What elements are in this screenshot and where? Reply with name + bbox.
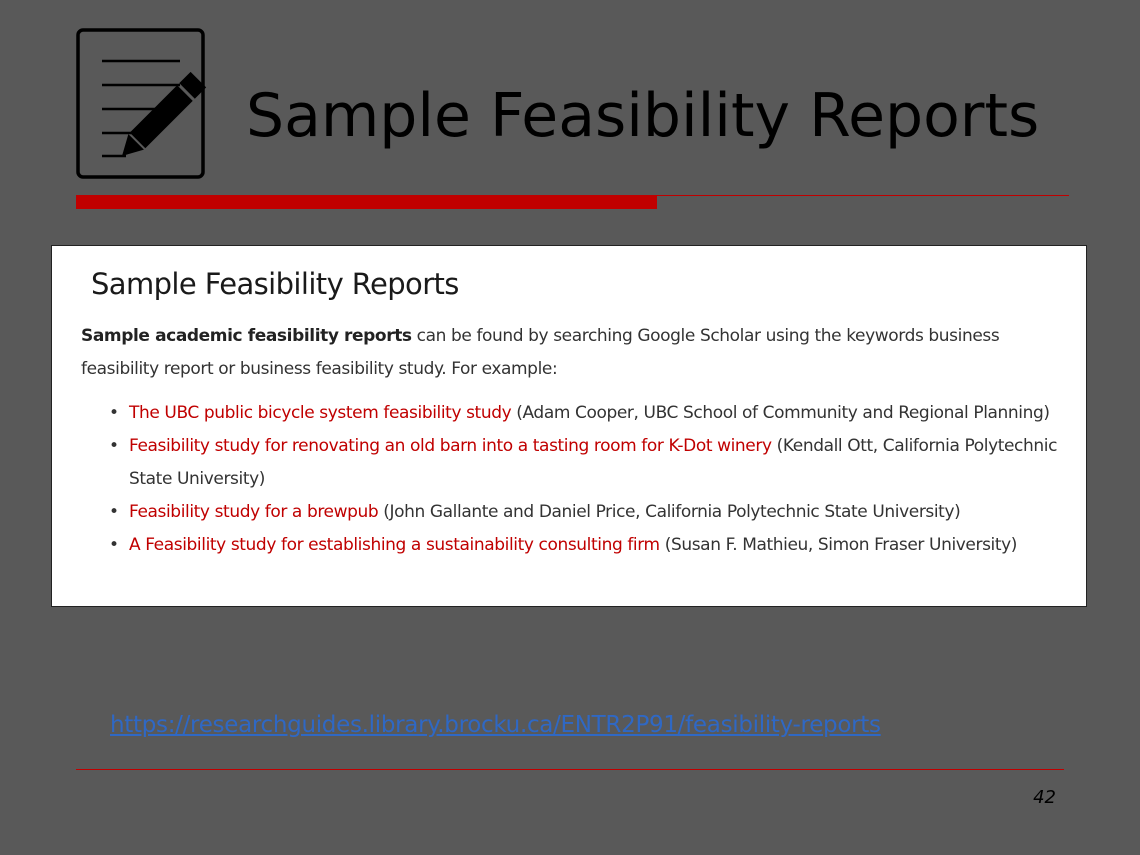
report-list: • The UBC public bicycle system feasibil… [81,397,1076,562]
list-item: • The UBC public bicycle system feasibil… [81,397,1069,430]
bullet: • [109,436,119,456]
content-heading: Sample Feasibility Reports [91,267,459,301]
intro-bold-text: Sample academic feasibility reports [81,326,412,346]
edit-document-icon [76,28,216,180]
footer-divider [76,769,1064,770]
list-item: • A Feasibility study for establishing a… [81,529,1076,562]
intro-paragraph: Sample academic feasibility reports can … [81,320,1041,386]
source-url-link[interactable]: https://researchguides.library.brocku.ca… [110,708,881,742]
report-details: (Adam Cooper, UBC School of Community an… [511,403,1050,423]
bullet: • [109,403,119,423]
report-details: (Susan F. Mathieu, Simon Fraser Universi… [659,535,1018,555]
list-item: • Feasibility study for renovating an ol… [81,430,1069,496]
report-link[interactable]: A Feasibility study for establishing a s… [129,535,660,555]
bullet: • [109,535,119,555]
bullet: • [109,502,119,522]
list-item: • Feasibility study for a brewpub (John … [81,496,1076,529]
slide-title: Sample Feasibility Reports [246,81,1040,151]
report-link[interactable]: Feasibility study for renovating an old … [129,436,772,456]
embedded-webpage-screenshot: Sample Feasibility Reports Sample academ… [51,245,1087,607]
report-link[interactable]: The UBC public bicycle system feasibilit… [129,403,512,423]
page-number: 42 [1033,787,1056,808]
report-link[interactable]: Feasibility study for a brewpub [129,502,379,522]
report-details: (John Gallante and Daniel Price, Califor… [378,502,961,522]
title-divider-accent [76,196,657,209]
